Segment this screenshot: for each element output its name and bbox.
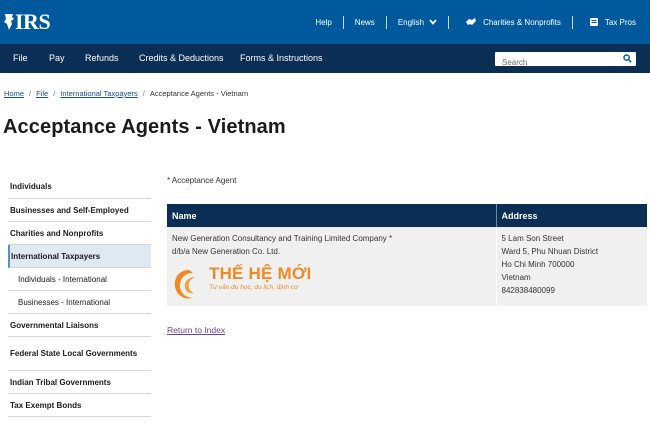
breadcrumb-current: Acceptance Agents - Vietnam bbox=[149, 89, 249, 98]
column-header-name: Name bbox=[167, 204, 497, 227]
company-logo: THẾ HỆ MỚI Tư vấn du học, du lịch, định … bbox=[172, 264, 491, 302]
brand-tagline: Tư vấn du học, du lịch, định cư bbox=[209, 284, 299, 291]
brand-name: THẾ HỆ MỚI bbox=[209, 264, 312, 283]
breadcrumb-file[interactable]: File bbox=[36, 89, 48, 98]
divider bbox=[385, 15, 387, 29]
address-district: Ward 5, Phu Nhuan District bbox=[501, 247, 599, 256]
sidebar-item-individuals[interactable]: Individuals bbox=[8, 174, 151, 199]
sidebar-item-indian-tribal[interactable]: Indian Tribal Governments bbox=[8, 371, 151, 394]
help-link[interactable]: Help bbox=[315, 18, 331, 27]
news-link[interactable]: News bbox=[355, 18, 375, 27]
handshake-icon bbox=[460, 17, 477, 27]
utility-links: Help News English Charities & Nonprofits… bbox=[315, 0, 636, 44]
briefcase-icon bbox=[584, 17, 599, 27]
company-name: New Generation Consultancy and Training … bbox=[172, 234, 393, 243]
address-city: Ho Chi Minh 700000 bbox=[501, 260, 575, 269]
charities-label: Charities & Nonprofits bbox=[483, 17, 561, 27]
nav-file[interactable]: File bbox=[13, 44, 28, 73]
nav-pay[interactable]: Pay bbox=[49, 44, 65, 73]
tax-pros-link[interactable]: Tax Pros bbox=[584, 17, 636, 27]
sidebar-item-individuals-international[interactable]: Individuals - International bbox=[8, 268, 151, 291]
sidebar-item-charities[interactable]: Charities and Nonprofits bbox=[8, 222, 151, 245]
tax-pros-label: Tax Pros bbox=[604, 17, 636, 27]
sidebar-item-federal-state-local[interactable]: Federal State Local Governments bbox=[8, 337, 151, 371]
breadcrumb: Home / File / International Taxpayers / Accept… bbox=[4, 89, 248, 98]
top-header: IRS Help News English Charities & Nonpro… bbox=[0, 0, 650, 44]
divider bbox=[571, 15, 573, 29]
search-box bbox=[495, 52, 636, 70]
search-icon[interactable] bbox=[623, 54, 632, 63]
address-street: 5 Lam Son Street bbox=[501, 234, 564, 243]
address-phone: 842838480099 bbox=[501, 286, 555, 295]
breadcrumb-separator: / bbox=[53, 89, 56, 98]
company-brand-text: THẾ HỆ MỚI Tư vấn du học, du lịch, định … bbox=[209, 264, 311, 292]
news-label: News bbox=[354, 17, 375, 27]
search-input[interactable] bbox=[495, 55, 615, 70]
address-country: Vietnam bbox=[501, 273, 531, 282]
language-dropdown[interactable]: English bbox=[398, 18, 437, 27]
divider bbox=[448, 15, 450, 29]
divider bbox=[342, 15, 344, 29]
company-dba: d/b/a New Generation Co. Ltd. bbox=[172, 247, 281, 256]
column-header-address: Address bbox=[496, 204, 647, 227]
agent-address-cell: 5 Lam Son Street Ward 5, Phu Nhuan Distr… bbox=[496, 227, 647, 306]
table-row: New Generation Consultancy and Training … bbox=[167, 227, 647, 306]
agents-table: Name Address New Generation Consultancy … bbox=[167, 204, 647, 306]
sidebar-item-tax-exempt-bonds[interactable]: Tax Exempt Bonds bbox=[8, 394, 151, 417]
language-label: English bbox=[397, 17, 425, 27]
nav-credits-deductions[interactable]: Credits & Deductions bbox=[139, 44, 224, 73]
sidebar-item-governmental-liaisons[interactable]: Governmental Liaisons bbox=[8, 314, 151, 337]
sidebar-item-international-taxpayers[interactable]: International Taxpayers bbox=[8, 245, 151, 268]
chevron-down-icon bbox=[429, 19, 437, 25]
breadcrumb-separator: / bbox=[29, 89, 32, 98]
page-title: Acceptance Agents - Vietnam bbox=[3, 116, 286, 138]
table-header-row: Name Address bbox=[167, 204, 647, 227]
logo-text: IRS bbox=[15, 9, 51, 34]
breadcrumb-separator: / bbox=[142, 89, 145, 98]
nav-forms-instructions[interactable]: Forms & Instructions bbox=[240, 44, 323, 73]
return-to-index-link[interactable]: Return to Index bbox=[167, 325, 225, 335]
eagle-icon bbox=[4, 14, 14, 30]
breadcrumb-international-taxpayers[interactable]: International Taxpayers bbox=[60, 89, 137, 98]
nav-refunds[interactable]: Refunds bbox=[85, 44, 119, 73]
sidebar-item-businesses[interactable]: Businesses and Self-Employed bbox=[8, 199, 151, 222]
swoosh-logo-icon bbox=[174, 270, 196, 299]
sidebar-item-businesses-international[interactable]: Businesses - International bbox=[8, 291, 151, 314]
charities-link[interactable]: Charities & Nonprofits bbox=[460, 17, 561, 27]
breadcrumb-home[interactable]: Home bbox=[4, 89, 24, 98]
agent-name-cell: New Generation Consultancy and Training … bbox=[167, 227, 497, 306]
help-label: Help bbox=[315, 17, 332, 27]
acceptance-agent-note: * Acceptance Agent bbox=[167, 176, 237, 185]
sidebar-nav: Individuals Businesses and Self-Employed… bbox=[8, 174, 151, 417]
irs-logo[interactable]: IRS bbox=[3, 9, 51, 34]
